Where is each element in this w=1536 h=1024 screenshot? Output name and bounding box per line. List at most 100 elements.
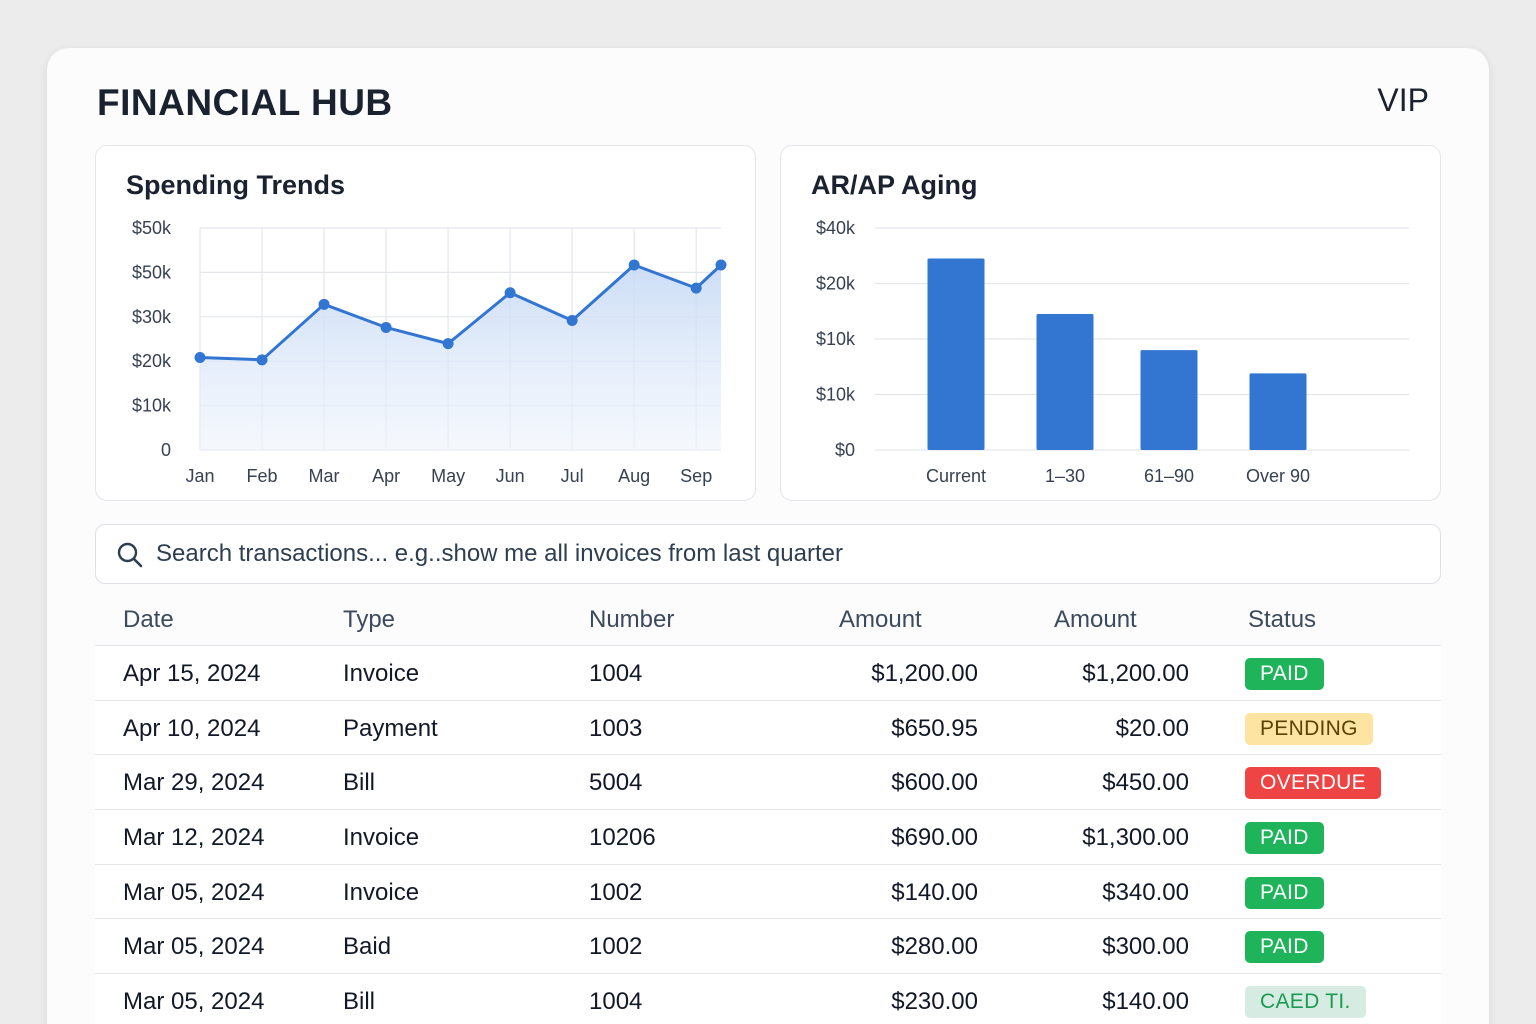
data-point [194, 352, 206, 363]
amount-cell: $650.95 [891, 714, 978, 742]
table-header: Date Type Number Amount Amount Status [95, 592, 1441, 646]
status-badge: PAID [1245, 658, 1324, 690]
search-bar[interactable] [95, 524, 1441, 584]
y-tick-label: $10k [132, 396, 172, 416]
data-point [628, 259, 640, 271]
amount-cell: $600.00 [891, 769, 978, 797]
date-cell: Mar 29, 2024 [123, 769, 265, 797]
date-cell: Mar 05, 2024 [123, 878, 265, 906]
table-row[interactable]: Mar 29, 2024 Bill 5004 $600.00 $450.00 OVERDU… [95, 755, 1441, 811]
y-tick-label: $40k [816, 218, 856, 238]
y-tick-label: $50k [132, 262, 172, 282]
amount-2-cell: $450.00 [1102, 769, 1189, 797]
vip-badge[interactable]: VIP [1377, 82, 1429, 119]
data-point [256, 354, 268, 366]
ar-ap-aging-card: AR/AP Aging $0 $10k $10k $20k $40k Current 1–3… [780, 145, 1441, 501]
bar [1140, 350, 1198, 450]
amount-2-cell: $1,200.00 [1082, 660, 1189, 687]
amount-cell: $1,200.00 [871, 660, 978, 687]
x-tick-label: May [431, 466, 465, 486]
date-cell: Mar 05, 2024 [123, 933, 265, 961]
amount-2-cell: $340.00 [1102, 878, 1189, 906]
data-point [318, 298, 330, 310]
number-cell: 1003 [589, 714, 643, 742]
y-tick-label: $10k [816, 385, 856, 405]
bar [927, 258, 985, 450]
y-tick-label: $20k [132, 351, 172, 371]
x-tick-label: 61–90 [1144, 466, 1194, 486]
x-tick-label: Aug [618, 466, 650, 486]
column-header-amount[interactable]: Amount [839, 606, 922, 634]
data-point [380, 321, 392, 333]
table-row[interactable]: Mar 05, 2024 Invoice 1002 $140.00 $340.00 PAI… [95, 864, 1441, 920]
y-tick-label: $30k [132, 307, 172, 327]
column-header-amount-2[interactable]: Amount [1054, 606, 1137, 634]
number-cell: 1002 [589, 878, 643, 906]
type-cell: Invoice [343, 824, 420, 852]
y-tick-label: $20k [816, 274, 856, 294]
type-cell: Bill [343, 988, 376, 1016]
bar [1036, 314, 1094, 450]
x-tick-label: Jul [561, 466, 584, 486]
status-badge: PAID [1245, 822, 1324, 855]
data-point [504, 287, 516, 299]
bar [1249, 373, 1307, 450]
number-cell: 1004 [589, 988, 643, 1016]
financial-hub-window: FINANCIAL HUB VIP Spending Trends 0 $10k $… [47, 48, 1489, 1024]
data-point [690, 282, 702, 294]
x-tick-label: Over 90 [1246, 466, 1310, 486]
data-point [566, 315, 578, 326]
date-cell: Apr 15, 2024 [123, 660, 261, 687]
amount-2-cell: $20.00 [1115, 714, 1189, 742]
column-header-number[interactable]: Number [589, 606, 674, 634]
x-tick-label: Jan [185, 466, 214, 486]
x-tick-label: 1–30 [1045, 466, 1085, 486]
table-row[interactable]: Apr 15, 2024 Invoice 1004 $1,200.00 $1,200.0… [95, 646, 1441, 701]
data-point [715, 259, 727, 271]
search-input[interactable] [156, 525, 1416, 582]
type-cell: Payment [343, 714, 438, 742]
x-tick-label: Mar [309, 466, 340, 486]
status-badge: PAID [1245, 876, 1324, 909]
column-header-date[interactable]: Date [123, 606, 174, 634]
amount-2-cell: $300.00 [1102, 933, 1189, 961]
status-badge: PAID [1245, 931, 1324, 964]
ar-ap-aging-chart: $0 $10k $10k $20k $40k Current 1–30 61–90 Over 9… [816, 218, 1409, 486]
x-tick-label: Sep [680, 466, 712, 486]
number-cell: 5004 [589, 769, 643, 797]
column-header-type[interactable]: Type [343, 606, 395, 634]
x-tick-label: Apr [372, 466, 400, 486]
table-body: Apr 15, 2024 Invoice 1004 $1,200.00 $1,200.0… [95, 646, 1441, 1024]
data-point [442, 338, 454, 350]
search-icon [116, 541, 144, 574]
status-badge: CAED TI. [1245, 986, 1366, 1019]
x-tick-label: Current [926, 466, 986, 486]
type-cell: Invoice [343, 660, 420, 687]
transactions-table: Date Type Number Amount Amount Status Ap… [95, 592, 1441, 1024]
date-cell: Mar 05, 2024 [123, 988, 265, 1016]
table-row[interactable]: Mar 05, 2024 Bill 1004 $230.00 $140.00 CAED T… [95, 974, 1441, 1024]
type-cell: Baid [343, 933, 392, 961]
x-tick-label: Jun [496, 466, 525, 486]
x-tick-label: Feb [247, 466, 278, 486]
amount-2-cell: $140.00 [1102, 988, 1189, 1016]
number-cell: 1002 [589, 933, 643, 961]
amount-cell: $280.00 [891, 933, 978, 961]
number-cell: 10206 [589, 824, 656, 852]
status-badge: PENDING [1245, 712, 1373, 745]
status-badge: OVERDUE [1245, 767, 1381, 800]
spending-trends-card: Spending Trends 0 $10k $20k $30k $50k $50k Jan… [95, 145, 756, 501]
table-row[interactable]: Apr 10, 2024 Payment 1003 $650.95 $20.00 PEND… [95, 700, 1441, 756]
table-row[interactable]: Mar 05, 2024 Baid 1002 $280.00 $300.00 PAID [95, 919, 1441, 975]
date-cell: Mar 12, 2024 [123, 824, 265, 852]
amount-2-cell: $1,300.00 [1082, 824, 1189, 852]
table-row[interactable]: Mar 12, 2024 Invoice 10206 $690.00 $1,300.00… [95, 810, 1441, 865]
y-tick-label: $50k [132, 218, 172, 238]
amount-cell: $690.00 [891, 824, 978, 852]
y-tick-label: 0 [161, 440, 171, 460]
amount-cell: $140.00 [891, 878, 978, 906]
y-tick-label: $0 [835, 440, 855, 460]
y-tick-label: $10k [816, 329, 856, 349]
page-title: FINANCIAL HUB [97, 82, 393, 123]
column-header-status[interactable]: Status [1248, 606, 1316, 634]
